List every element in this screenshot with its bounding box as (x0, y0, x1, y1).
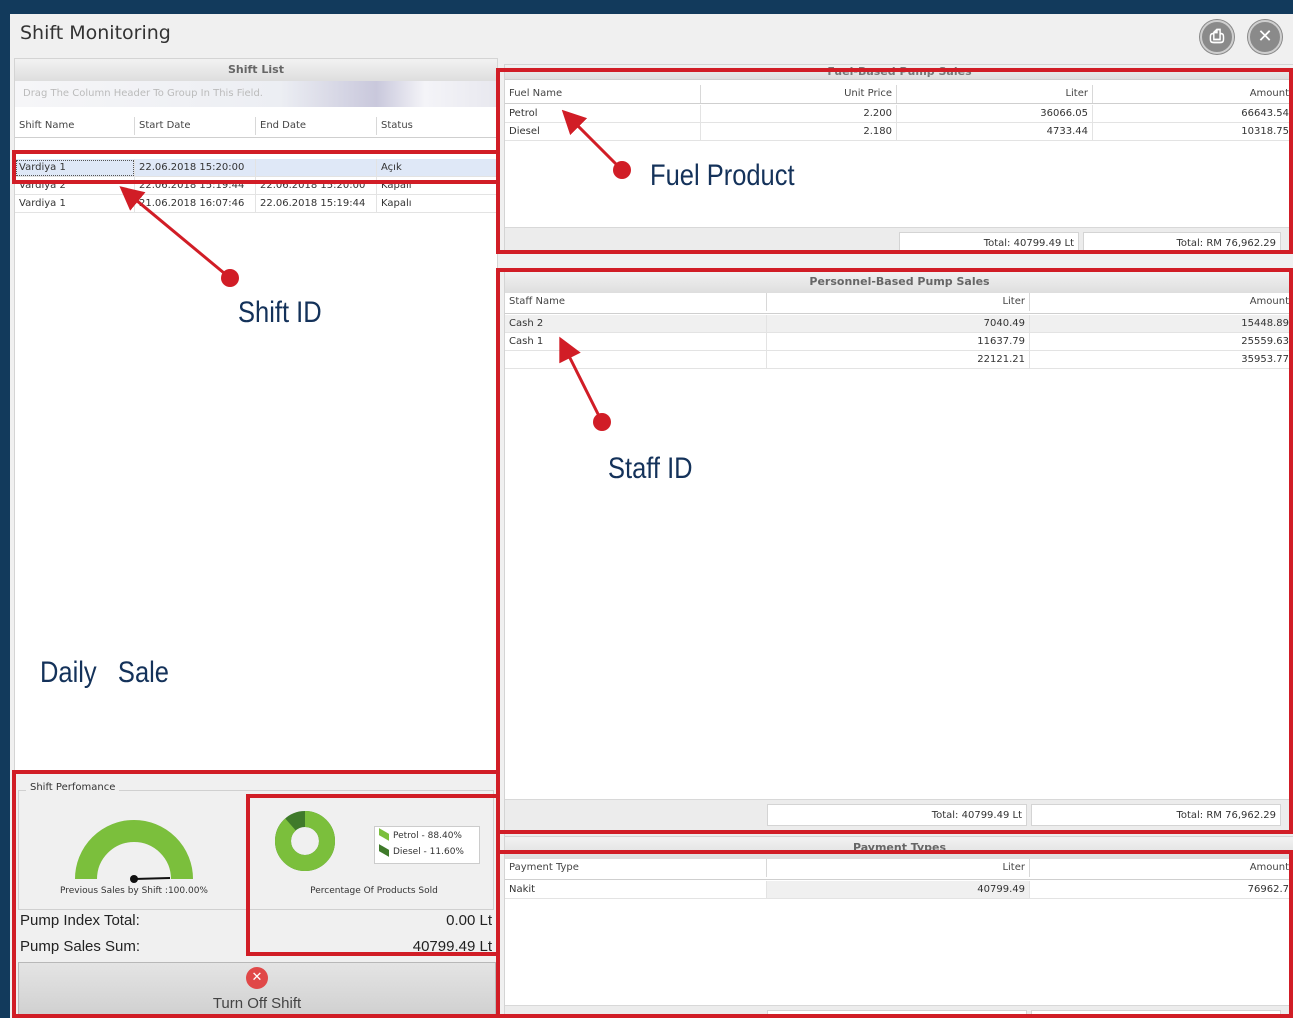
annotation-daily-sale: Daily Sale (40, 656, 169, 689)
annotation-staff-id: Staff ID (608, 452, 693, 485)
arrow-shift-id (119, 186, 231, 280)
annotation-dot (613, 161, 631, 179)
shift-monitoring-window: Shift Monitoring ⎙ ✕ Shift List Drag The… (10, 14, 1293, 1018)
arrow-staff-id (559, 336, 604, 423)
annotation-fuel-product: Fuel Product (650, 159, 795, 192)
annotation-dot (593, 413, 611, 431)
annotation-shift-id: Shift ID (238, 296, 322, 329)
annotation-dot (221, 269, 239, 287)
arrow-fuel-product (561, 109, 624, 172)
